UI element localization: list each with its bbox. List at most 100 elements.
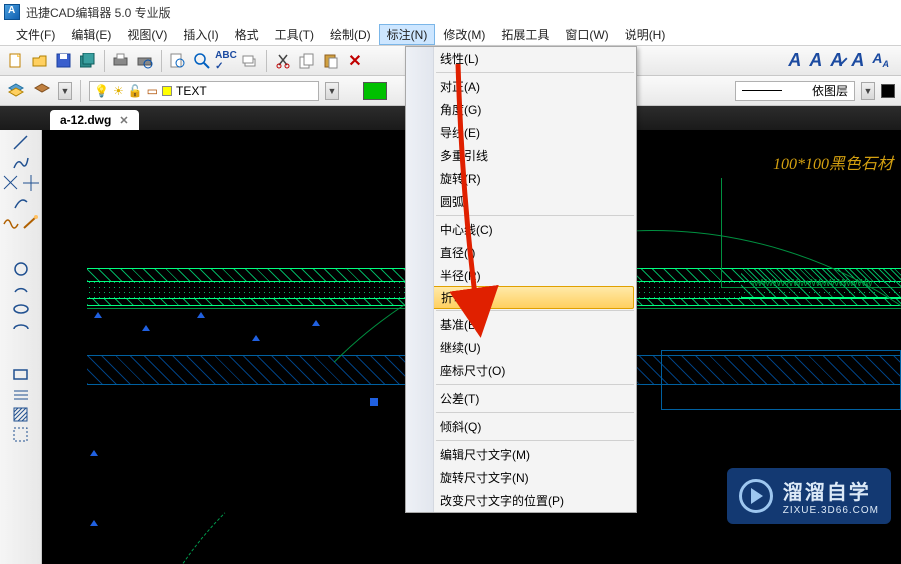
textstyle-a3-icon[interactable]: A̷ bbox=[830, 50, 843, 71]
dimension-menu: 线性(L) 对正(A) 角度(G) 导线(E) 多重引线旋转(R) 圆弧中心线(C)直径(… bbox=[405, 46, 637, 513]
watermark-title: 溜溜自学 bbox=[783, 476, 879, 505]
zoom-icon[interactable] bbox=[192, 51, 212, 71]
document-tab[interactable]: a-12.dwg ✕ bbox=[50, 110, 139, 130]
menu-item-dim-aligned[interactable]: 对正(A) bbox=[406, 75, 636, 98]
layer-manager-icon[interactable] bbox=[6, 81, 26, 101]
menu-item-label: 圆弧 bbox=[440, 193, 464, 210]
xline-icon[interactable] bbox=[22, 174, 40, 192]
new-icon[interactable] bbox=[6, 51, 26, 71]
menu-item-dim-jogged[interactable]: 折弯 bbox=[408, 286, 634, 309]
print-flag-icon: ▭ bbox=[147, 84, 158, 98]
menu-window[interactable]: 窗口(W) bbox=[557, 24, 616, 45]
textstyle-a1-icon[interactable]: A bbox=[788, 50, 801, 71]
layer-dropdown-arrow-icon[interactable]: ▼ bbox=[58, 82, 72, 100]
layer-combo[interactable]: 💡 ☀ 🔓 ▭ TEXT bbox=[89, 81, 319, 101]
spline-icon[interactable] bbox=[2, 214, 20, 232]
arc2-icon[interactable] bbox=[12, 280, 30, 298]
lock-icon: 🔓 bbox=[128, 84, 143, 98]
menu-separator bbox=[436, 412, 634, 413]
menu-item-dim-ordinate[interactable]: 座标尺寸(O) bbox=[406, 359, 636, 382]
menu-item-dim-linear[interactable]: 线性(L) bbox=[406, 47, 636, 70]
menu-item-label: 编辑尺寸文字(M) bbox=[440, 446, 530, 463]
drawing-annotation: 100*100黑色石材 bbox=[773, 150, 893, 174]
menu-item-label: 倾斜(Q) bbox=[440, 418, 481, 435]
menu-item-dim-tmove[interactable]: A改变尺寸文字的位置(P) bbox=[406, 489, 636, 512]
current-color-swatch[interactable] bbox=[363, 82, 387, 100]
menu-help[interactable]: 说明(H) bbox=[617, 24, 674, 45]
menu-item-dim-angular[interactable]: 角度(G) bbox=[406, 98, 636, 121]
menu-item-dim-rotated[interactable]: 旋转(R) bbox=[406, 167, 636, 190]
menu-extend[interactable]: 拓展工具 bbox=[493, 24, 557, 45]
menu-insert[interactable]: 插入(I) bbox=[175, 24, 226, 45]
menu-item-dim-edit[interactable]: A编辑尺寸文字(M) bbox=[406, 443, 636, 466]
cut-icon[interactable] bbox=[273, 51, 293, 71]
textstyle-a5-icon[interactable]: AA bbox=[872, 50, 889, 71]
menu-item-label: 导线(E) bbox=[440, 124, 480, 141]
linetype-combo[interactable]: 依图层 bbox=[735, 81, 855, 101]
rectangle-icon[interactable] bbox=[12, 366, 30, 384]
menu-item-label: 旋转尺寸文字(N) bbox=[440, 469, 529, 486]
sketch-icon[interactable] bbox=[22, 214, 40, 232]
layer-color-swatch bbox=[162, 86, 172, 96]
lightbulb-icon: 💡 bbox=[94, 84, 109, 98]
menu-item-dim-arc[interactable]: 圆弧 bbox=[406, 190, 636, 213]
layers-icon[interactable] bbox=[240, 51, 260, 71]
region-icon[interactable] bbox=[12, 426, 30, 444]
menu-item-label: 多重引线 bbox=[440, 147, 488, 164]
menu-item-label: 折弯 bbox=[441, 289, 465, 306]
play-icon bbox=[739, 479, 773, 513]
save-icon[interactable] bbox=[54, 51, 74, 71]
menu-edit[interactable]: 编辑(E) bbox=[63, 24, 119, 45]
menu-item-label: 继续(U) bbox=[440, 339, 481, 356]
copy-icon[interactable] bbox=[297, 51, 317, 71]
arc-icon[interactable] bbox=[12, 194, 30, 212]
linetype-arrow-icon[interactable]: ▼ bbox=[861, 82, 875, 100]
paste-icon[interactable] bbox=[321, 51, 341, 71]
open-icon[interactable] bbox=[30, 51, 50, 71]
menu-item-dim-baseline[interactable]: 基准(B) bbox=[406, 313, 636, 336]
line-icon[interactable] bbox=[12, 134, 30, 152]
print-icon[interactable] bbox=[111, 51, 131, 71]
menu-file[interactable]: 文件(F) bbox=[8, 24, 63, 45]
draw-toolbar bbox=[0, 130, 42, 564]
linetype-label: 依图层 bbox=[812, 82, 848, 99]
menu-view[interactable]: 视图(V) bbox=[119, 24, 175, 45]
menu-item-dim-tolerance[interactable]: 公差(T) bbox=[406, 387, 636, 410]
ellipse-icon[interactable] bbox=[12, 300, 30, 318]
menu-item-dim-oblique[interactable]: 倾斜(Q) bbox=[406, 415, 636, 438]
menu-item-dim-leader[interactable]: 导线(E) bbox=[406, 121, 636, 144]
menu-item-label: 半径(R) bbox=[440, 267, 481, 284]
menu-tools[interactable]: 工具(T) bbox=[267, 24, 322, 45]
saveall-icon[interactable] bbox=[78, 51, 98, 71]
find-icon[interactable] bbox=[168, 51, 188, 71]
menu-item-dim-mleader[interactable]: 多重引线 bbox=[406, 144, 636, 167]
ellipsearc-icon[interactable] bbox=[12, 320, 30, 338]
spell-icon[interactable]: ABC✓ bbox=[216, 51, 236, 71]
pline-icon[interactable] bbox=[12, 154, 30, 172]
textstyle-a4-icon[interactable]: A bbox=[851, 50, 864, 71]
menu-item-dim-radius[interactable]: 半径(R) bbox=[406, 264, 636, 287]
menu-format[interactable]: 格式 bbox=[227, 24, 267, 45]
menu-item-dim-center[interactable]: 中心线(C) bbox=[406, 218, 636, 241]
layer-combo-arrow-icon[interactable]: ▼ bbox=[325, 82, 339, 100]
menu-item-dim-diameter[interactable]: 直径(I) bbox=[406, 241, 636, 264]
app-logo-icon bbox=[4, 4, 20, 20]
delete-icon[interactable]: ✕ bbox=[345, 51, 365, 71]
circle-icon[interactable] bbox=[12, 260, 30, 278]
polygon-icon[interactable] bbox=[12, 386, 30, 404]
color-black-swatch[interactable] bbox=[881, 84, 895, 98]
layer-state-icon[interactable] bbox=[32, 81, 52, 101]
print-preview-icon[interactable] bbox=[135, 51, 155, 71]
menu-item-label: 对正(A) bbox=[440, 78, 480, 95]
textstyle-a2-icon[interactable]: A bbox=[809, 50, 822, 71]
menu-draw[interactable]: 绘制(D) bbox=[322, 24, 379, 45]
app-title: 迅捷CAD编辑器 5.0 专业版 bbox=[26, 4, 171, 21]
close-icon[interactable]: ✕ bbox=[119, 114, 128, 127]
menu-separator bbox=[436, 384, 634, 385]
menu-item-dim-tedit[interactable]: A旋转尺寸文字(N) bbox=[406, 466, 636, 489]
menu-item-dim-continue[interactable]: 继续(U) bbox=[406, 336, 636, 359]
menu-dimension[interactable]: 标注(N) bbox=[379, 24, 436, 45]
hatch-icon[interactable] bbox=[12, 406, 30, 424]
menu-modify[interactable]: 修改(M) bbox=[435, 24, 493, 45]
ray-icon[interactable] bbox=[2, 174, 20, 192]
